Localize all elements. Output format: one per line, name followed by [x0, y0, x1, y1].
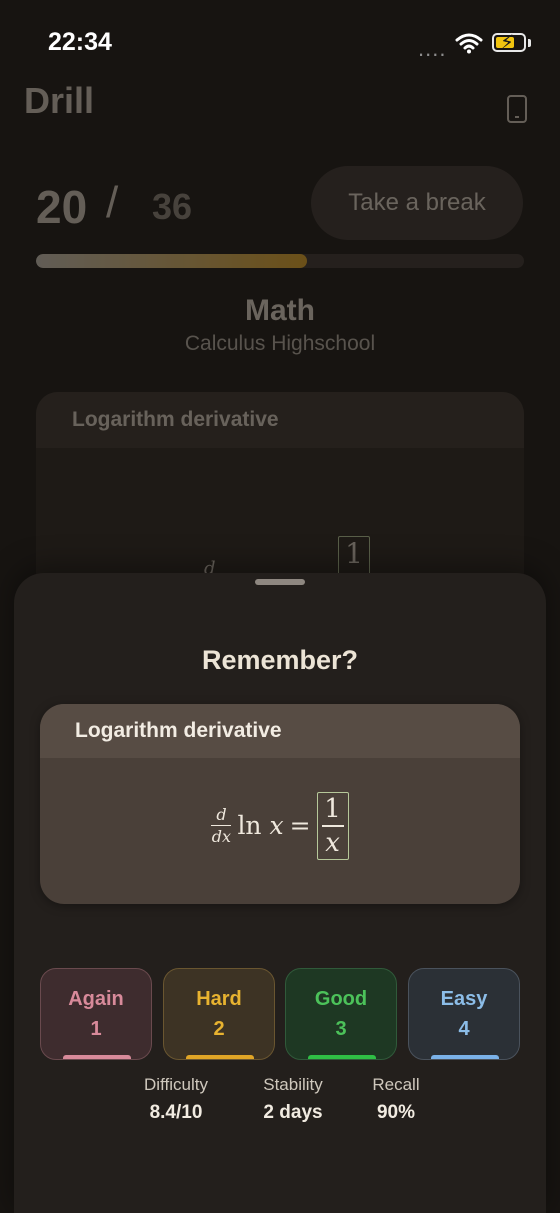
hard-key: 2 — [213, 1018, 225, 1040]
device-icon[interactable] — [507, 95, 527, 123]
formula: d dx ln x = 1 x — [40, 792, 520, 860]
stat-value: 8.4/10 — [149, 1102, 203, 1123]
stat-label: Difficulty — [144, 1075, 208, 1094]
stat-label: Stability — [263, 1075, 323, 1094]
stat-value: 2 days — [263, 1102, 323, 1123]
charging-icon: ⚡ — [500, 32, 515, 54]
frac-numerator: d — [216, 804, 227, 824]
background-card-title: Logarithm derivative — [36, 392, 524, 448]
equals-sign: = — [289, 811, 311, 841]
answer-box: 1 x — [316, 792, 349, 860]
flashcard-title: Logarithm derivative — [40, 704, 520, 758]
stat-label: Recall — [372, 1075, 420, 1094]
status-bar: 22:34 .... ⚡ — [0, 0, 560, 90]
easy-label: Easy — [440, 988, 488, 1010]
easy-indicator — [431, 1055, 499, 1059]
good-label: Good — [314, 988, 368, 1010]
variable: x — [269, 811, 284, 841]
answer-denominator: x — [325, 827, 340, 858]
progress-bar-fill — [36, 254, 308, 268]
background-formula-box: 1 — [338, 536, 370, 576]
good-key: 3 — [335, 1018, 347, 1040]
sheet-title: Remember? — [201, 645, 359, 675]
page-title: Drill — [24, 80, 95, 121]
deck-subtitle: Calculus Highschool — [184, 332, 376, 355]
stat-stability: Stability 2 days — [245, 1075, 341, 1124]
frac-denominator: dx — [211, 827, 232, 847]
easy-button[interactable]: Easy 4 — [408, 968, 520, 1060]
progress-current: 20 — [36, 181, 88, 233]
hard-label: Hard — [196, 988, 242, 1010]
progress-total: 36 — [152, 186, 193, 227]
wifi-icon — [455, 33, 483, 54]
progress-separator: / — [106, 178, 119, 227]
again-indicator — [63, 1055, 131, 1059]
answer-numerator: 1 — [324, 794, 341, 824]
stat-recall: Recall 90% — [360, 1075, 432, 1124]
again-key: 1 — [90, 1018, 102, 1040]
again-label: Again — [68, 988, 124, 1010]
ln-text: ln — [237, 811, 262, 841]
hard-indicator — [186, 1055, 254, 1059]
good-indicator — [308, 1055, 376, 1059]
progress-bar — [36, 254, 524, 268]
deck-name: Math — [245, 294, 315, 327]
easy-key: 4 — [458, 1018, 470, 1040]
good-button[interactable]: Good 3 — [285, 968, 397, 1060]
cellular-signal-icon: .... — [418, 36, 447, 61]
ln-expression: ln x — [237, 811, 283, 840]
again-button[interactable]: Again 1 — [40, 968, 152, 1060]
status-time: 22:34 — [48, 28, 112, 56]
review-sheet: Remember? Logarithm derivative d dx ln x… — [14, 573, 546, 1213]
hard-button[interactable]: Hard 2 — [163, 968, 275, 1060]
battery-tip — [528, 39, 531, 47]
stat-difficulty: Difficulty 8.4/10 — [128, 1075, 224, 1124]
sheet-drag-handle[interactable] — [255, 579, 305, 585]
stat-value: 90% — [376, 1102, 416, 1123]
flashcard: Logarithm derivative d dx ln x = 1 x — [40, 704, 520, 904]
derivative-operator: d dx — [211, 804, 232, 847]
take-a-break-button[interactable]: Take a break — [311, 166, 523, 240]
